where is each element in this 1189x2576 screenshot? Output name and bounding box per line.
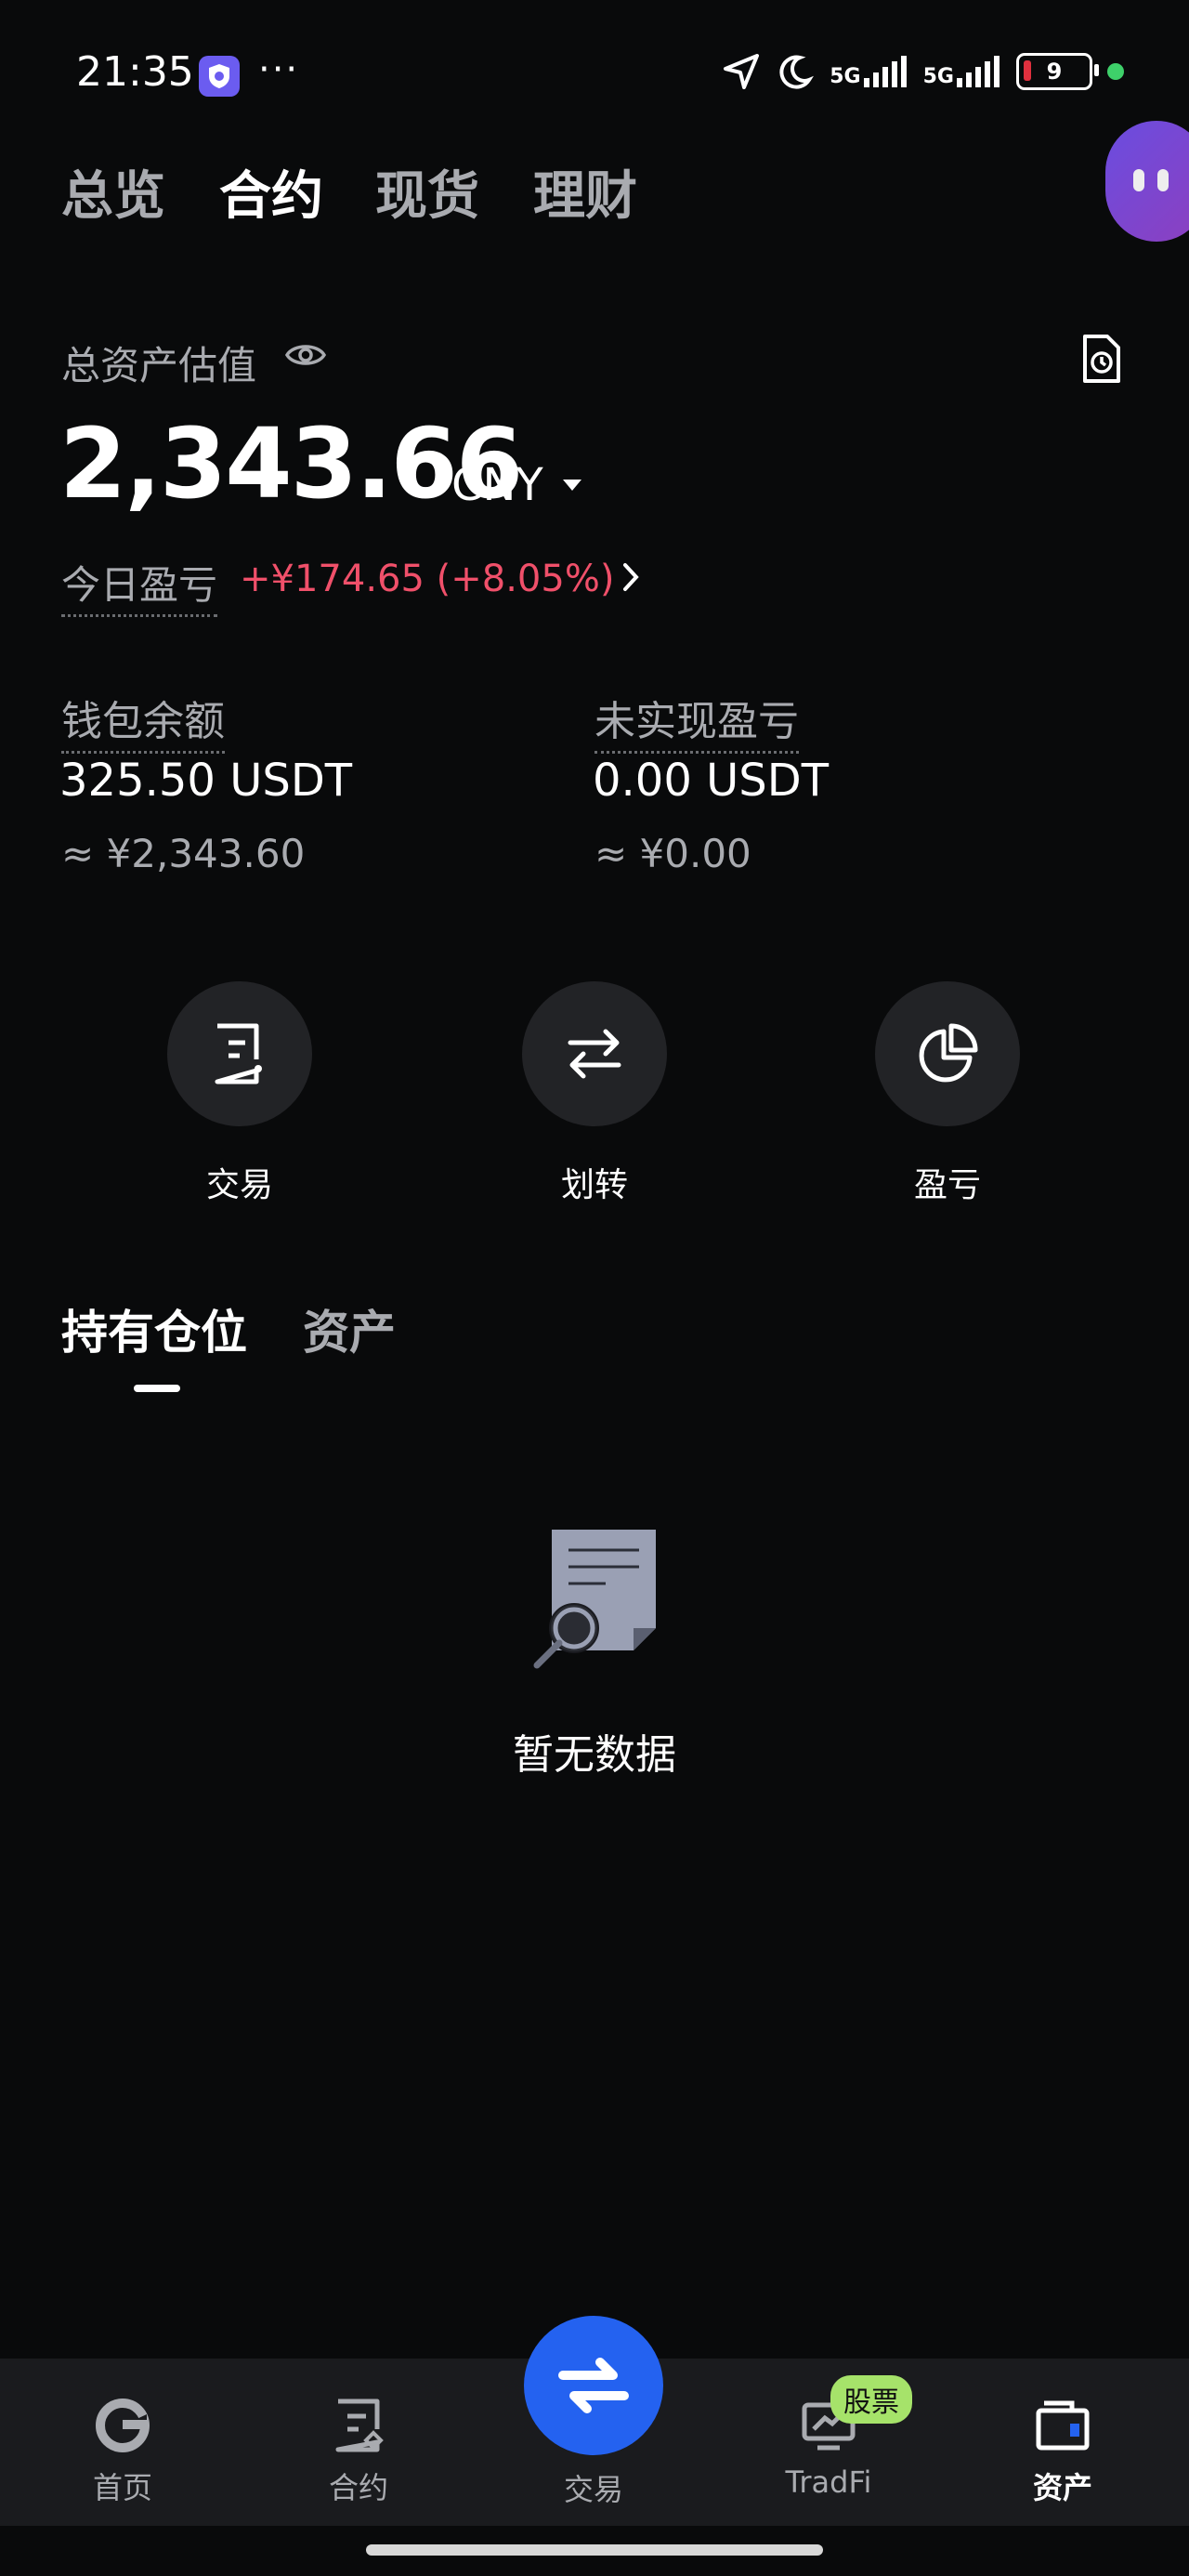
transfer-action-label: 划转 <box>560 1166 628 1204</box>
unrealized-pnl-cny: ≈ ¥0.00 <box>594 831 751 876</box>
tab-contract[interactable]: 合约 <box>219 154 323 230</box>
battery-level: 9 <box>1046 59 1063 85</box>
unrealized-pnl-value: 0.00 USDT <box>593 755 830 807</box>
currency-caret-icon[interactable] <box>563 480 581 491</box>
home-logo-icon <box>96 2399 150 2452</box>
signal-bars-icon <box>863 56 907 87</box>
signal-1-label: 5G <box>830 65 861 88</box>
transfer-arrows-icon[interactable] <box>522 981 667 1126</box>
tab-assets[interactable]: 资产 <box>303 1295 396 1362</box>
wallet-balance-value: 325.50 USDT <box>59 755 353 807</box>
location-icon <box>724 54 760 89</box>
privacy-indicator-dot <box>1107 63 1124 80</box>
wallet-icon <box>1036 2400 1090 2451</box>
currency-selector[interactable]: CNY <box>451 459 543 511</box>
tab-spot[interactable]: 现货 <box>375 154 479 230</box>
empty-document-search-icon <box>531 1524 661 1676</box>
trade-action-icon[interactable] <box>167 981 312 1126</box>
status-more-icon: ··· <box>258 48 300 91</box>
nav-contract-label: 合约 <box>328 2470 388 2505</box>
history-document-icon[interactable] <box>1079 333 1124 388</box>
status-time: 21:35 <box>76 48 194 96</box>
signal-1: 5G <box>830 56 908 87</box>
nav-assets-label: 资产 <box>1032 2470 1092 2505</box>
nav-home[interactable]: 首页 <box>58 2398 188 2507</box>
nav-contract[interactable]: 合约 <box>294 2398 424 2507</box>
swap-arrows-icon <box>558 2358 629 2413</box>
nav-tradfi-label: TradFi <box>785 2464 872 2500</box>
assistant-mascot-icon[interactable] <box>1105 121 1189 242</box>
today-pnl-label[interactable]: 今日盈亏 <box>61 554 218 617</box>
stock-badge: 股票 <box>830 2375 912 2424</box>
trade-fab-button[interactable] <box>524 2316 663 2455</box>
app-shield-icon <box>199 56 240 97</box>
active-tab-indicator <box>134 1385 180 1392</box>
pie-chart-icon[interactable] <box>875 981 1020 1126</box>
signal-bars-icon <box>957 56 1000 87</box>
tab-positions[interactable]: 持有仓位 <box>61 1295 247 1362</box>
wallet-balance-cny: ≈ ¥2,343.60 <box>61 831 306 876</box>
nav-home-label: 首页 <box>92 2470 152 2505</box>
pnl-action-label: 盈亏 <box>913 1166 981 1204</box>
trade-action-label: 交易 <box>205 1166 273 1204</box>
signal-2: 5G <box>923 56 1001 87</box>
unrealized-pnl-label[interactable]: 未实现盈亏 <box>594 688 799 754</box>
today-pnl-value[interactable]: +¥174.65 (+8.05%) <box>240 558 614 600</box>
total-asset-label: 总资产估值 <box>61 343 257 388</box>
battery-icon: 9 <box>1016 53 1099 90</box>
nav-trade-label[interactable]: 交易 <box>524 2466 663 2509</box>
tab-overview[interactable]: 总览 <box>61 154 165 230</box>
pnl-action-button[interactable]: 盈亏 <box>875 981 1020 1206</box>
transfer-action-button[interactable]: 划转 <box>522 981 667 1206</box>
empty-state-text: 暂无数据 <box>513 1731 676 1779</box>
tab-finance[interactable]: 理财 <box>533 154 637 230</box>
signal-2-label: 5G <box>922 65 954 88</box>
moon-icon <box>779 55 815 89</box>
contract-document-icon <box>335 2399 384 2452</box>
eye-icon[interactable] <box>284 336 327 377</box>
nav-assets[interactable]: 资产 <box>998 2398 1128 2507</box>
wallet-balance-label[interactable]: 钱包余额 <box>61 688 225 754</box>
status-right-group: 5G 5G 9 <box>722 52 1124 91</box>
chevron-right-icon[interactable] <box>621 558 643 600</box>
home-indicator[interactable] <box>366 2544 823 2556</box>
trade-action-button[interactable]: 交易 <box>167 981 312 1206</box>
